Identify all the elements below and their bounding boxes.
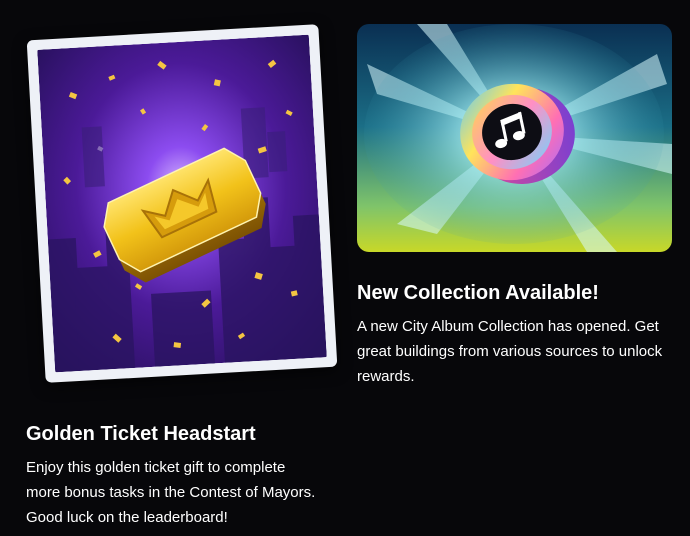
golden-ticket-crown-icon	[37, 34, 327, 373]
golden-ticket-card[interactable]	[26, 24, 338, 383]
golden-ticket-description: Enjoy this golden ticket gift to complet…	[26, 455, 346, 530]
news-page: New Collection Available! A new City Alb…	[0, 0, 690, 536]
golden-ticket-description-line: Enjoy this golden ticket gift to complet…	[26, 459, 286, 476]
golden-ticket-title: Golden Ticket Headstart	[26, 423, 256, 445]
golden-ticket-description-line: more bonus tasks in the Contest of Mayor…	[26, 484, 316, 501]
collection-title: New Collection Available!	[357, 282, 599, 304]
new-collection-card[interactable]	[357, 24, 672, 252]
collection-description-line: A new City Album Collection has opened. …	[357, 318, 659, 335]
golden-ticket-image	[37, 34, 327, 373]
collection-description-line: great buildings from various sources to …	[357, 343, 663, 360]
collection-description: A new City Album Collection has opened. …	[357, 314, 677, 389]
collection-description-line: rewards.	[357, 368, 415, 385]
music-note-coin-icon	[357, 24, 672, 252]
golden-ticket-description-line: Good luck on the leaderboard!	[26, 509, 228, 526]
